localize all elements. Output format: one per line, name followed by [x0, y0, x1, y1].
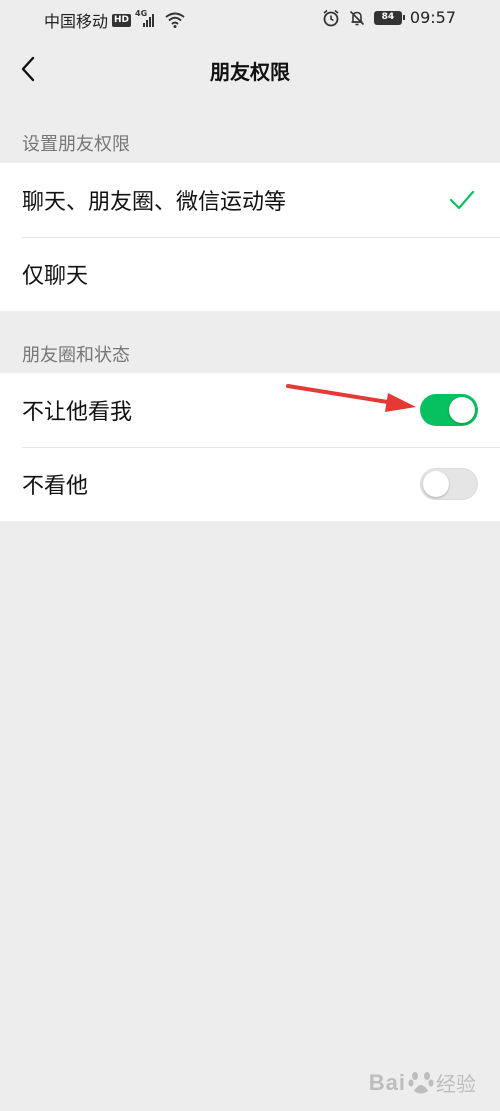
option-label: 聊天、朋友圈、微信运动等: [22, 190, 287, 215]
status-bar-right: 84 09:57: [322, 8, 456, 27]
status-bar-left: 中国移动 HD 4G: [44, 8, 185, 32]
hide-their-posts-toggle[interactable]: [420, 468, 478, 500]
hide-my-posts-toggle[interactable]: [420, 394, 478, 426]
status-bar: 中国移动 HD 4G 84 09:57: [0, 0, 500, 38]
toggle-row-hide-my-posts: 不让他看我: [0, 373, 500, 447]
battery-icon: 84: [373, 10, 405, 25]
nav-bar: 朋友权限: [0, 38, 500, 100]
moments-toggles-group: 不让他看我 不看他: [0, 373, 500, 521]
page-title: 朋友权限: [210, 60, 290, 84]
permission-options-group: 聊天、朋友圈、微信运动等 仅聊天: [0, 163, 500, 311]
mute-icon: [349, 10, 364, 25]
hd-icon: HD: [112, 13, 132, 27]
toggle-knob: [423, 471, 449, 497]
alarm-icon: [323, 9, 339, 26]
section-header-permissions: 设置朋友权限: [22, 134, 130, 155]
check-icon: [449, 190, 475, 210]
watermark-suffix: 经验: [436, 1074, 476, 1096]
toggle-label: 不让他看我: [22, 400, 133, 425]
option-label: 仅聊天: [22, 264, 89, 289]
watermark-brand: Bai: [368, 1069, 406, 1095]
paw-icon: [408, 1071, 434, 1093]
section-header-moments-status: 朋友圈和状态: [22, 345, 130, 366]
carrier-name: 中国移动: [44, 12, 109, 31]
wifi-icon: [165, 12, 185, 28]
clock: 09:57: [409, 8, 456, 27]
toggle-row-hide-their-posts: 不看他: [0, 447, 500, 521]
option-chat-only[interactable]: 仅聊天: [0, 237, 500, 311]
watermark: Bai 经验: [369, 1068, 476, 1097]
toggle-knob: [449, 397, 475, 423]
signal-icon: 4G: [135, 9, 161, 28]
option-chat-moments-sports[interactable]: 聊天、朋友圈、微信运动等: [0, 163, 500, 237]
toggle-label: 不看他: [22, 474, 89, 499]
